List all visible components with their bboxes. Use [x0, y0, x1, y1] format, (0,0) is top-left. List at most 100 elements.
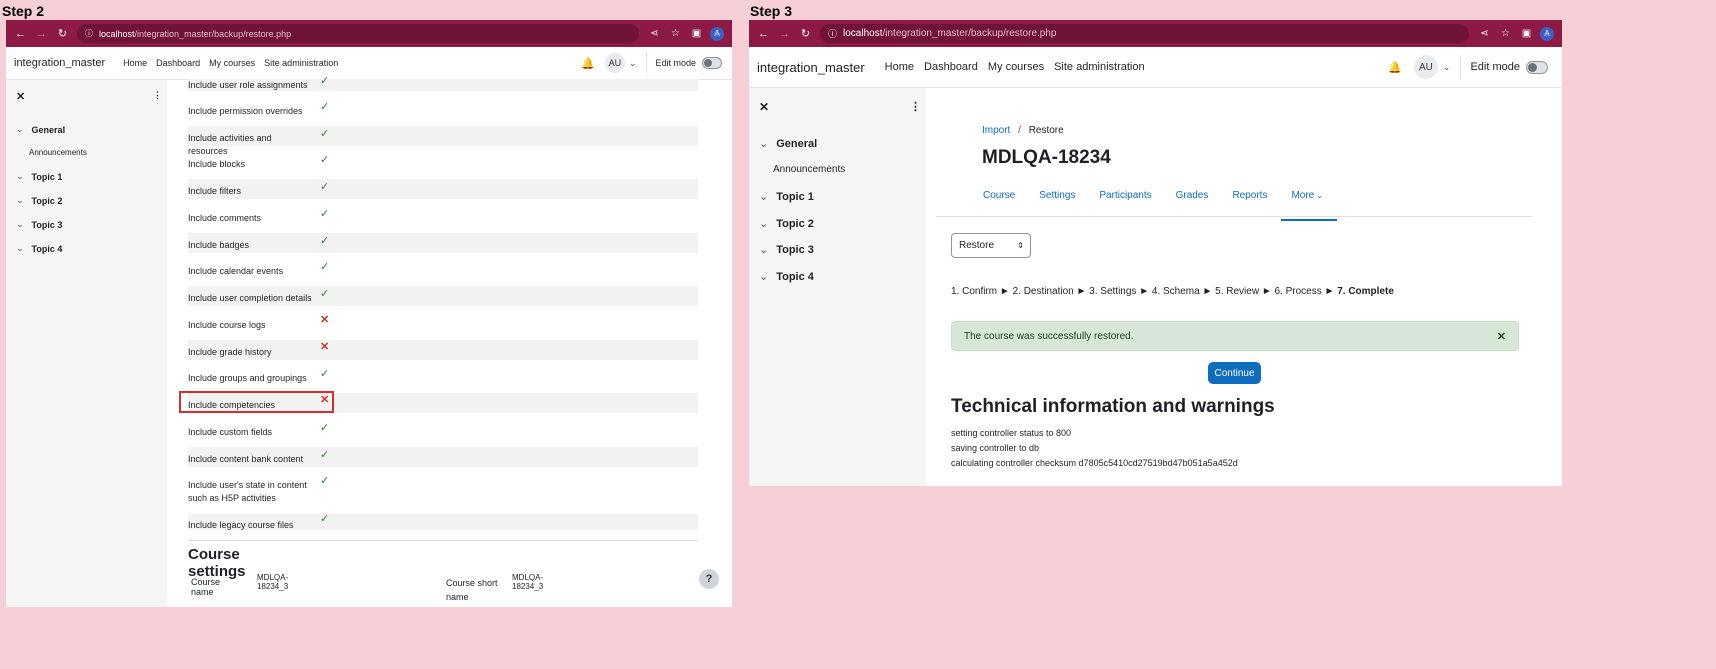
reload-icon[interactable]: ↻ [799, 27, 812, 40]
close-icon[interactable]: ✕ [16, 90, 25, 103]
course-name-label: Course name [191, 577, 221, 597]
site-brand[interactable]: integration_master [14, 57, 105, 69]
chevron-down-icon[interactable]: ⌄ [759, 217, 768, 230]
reload-icon[interactable]: ↻ [56, 27, 69, 40]
check-icon: ✓ [320, 128, 330, 140]
chevron-down-icon[interactable]: ⌄ [16, 219, 24, 230]
nav-dashboard[interactable]: Dashboard [156, 58, 200, 68]
check-icon: ✓ [320, 449, 330, 461]
success-alert: The course was successfully restored. ✕ [951, 321, 1519, 351]
chevron-down-icon[interactable]: ⌄ [759, 243, 768, 256]
nav-site-administration[interactable]: Site administration [264, 58, 338, 68]
drawer-section-topic-2[interactable]: ⌄ Topic 2 [759, 217, 814, 231]
tab-more[interactable]: More ⌄ [1281, 190, 1337, 221]
alert-message: The course was successfully restored. [964, 330, 1134, 342]
drawer-section-topic-4[interactable]: ⌄ Topic 4 [759, 270, 814, 284]
check-icon: ✓ [320, 368, 330, 380]
url-path: /integration_master/backup/restore.php [134, 28, 292, 39]
step-3-label: Step 3 [750, 3, 793, 19]
user-avatar[interactable]: AU [1413, 55, 1438, 79]
close-icon[interactable]: ✕ [1497, 330, 1506, 343]
address-bar[interactable]: ⓘ localhost/integration_master/backup/re… [77, 24, 639, 43]
profile-avatar[interactable]: A [710, 26, 724, 41]
check-icon: ✓ [320, 513, 330, 525]
breadcrumb-import[interactable]: Import [982, 125, 1010, 136]
nav-my-courses[interactable]: My courses [209, 58, 255, 68]
check-icon: ✓ [320, 288, 330, 300]
user-avatar[interactable]: AU [604, 53, 625, 73]
site-brand[interactable]: integration_master [757, 60, 865, 75]
page-title: MDLQA-18234 [982, 147, 1111, 168]
drawer-section-topic-3[interactable]: ⌄ Topic 3 [16, 219, 62, 230]
highlight-box [179, 391, 334, 413]
forward-icon[interactable]: → [778, 28, 791, 40]
continue-button[interactable]: Continue [1208, 362, 1261, 384]
check-icon: ✓ [320, 75, 330, 87]
check-icon: ✓ [320, 208, 330, 220]
check-icon: ✓ [320, 181, 330, 193]
chevron-down-icon[interactable]: ⌄ [16, 243, 24, 254]
chevron-down-icon[interactable]: ⌄ [16, 195, 24, 206]
chevron-down-icon[interactable]: ⌄ [16, 124, 24, 135]
restore-progress: 1. Confirm ► 2. Destination ► 3. Setting… [951, 286, 1394, 297]
tab-grades[interactable]: Grades [1176, 190, 1209, 201]
address-bar[interactable]: ⓘ localhost/integration_master/backup/re… [820, 24, 1469, 43]
edit-mode-toggle[interactable] [1526, 60, 1548, 74]
chevron-down-icon[interactable]: ⌄ [759, 270, 768, 283]
url-host: localhost [99, 28, 135, 39]
drawer-section-topic-1[interactable]: ⌄ Topic 1 [16, 171, 62, 182]
star-icon[interactable]: ☆ [1498, 28, 1513, 39]
chevron-down-icon[interactable]: ⌄ [759, 190, 768, 203]
check-icon: ✓ [320, 235, 330, 247]
back-icon[interactable]: ← [757, 28, 770, 40]
share-icon[interactable]: ⋖ [1477, 28, 1492, 39]
more-options-icon[interactable]: ⋮ [153, 90, 162, 101]
side-panel-icon[interactable]: ▣ [1519, 28, 1534, 39]
back-icon[interactable]: ← [14, 28, 27, 40]
chevron-down-icon[interactable]: ⌄ [629, 58, 637, 69]
drawer-item-announcements[interactable]: Announcements [773, 164, 845, 175]
navbar-divider [1460, 55, 1462, 79]
site-info-icon[interactable]: ⓘ [828, 27, 837, 40]
tab-settings[interactable]: Settings [1039, 190, 1075, 201]
check-icon: ✓ [320, 475, 330, 487]
chevron-down-icon[interactable]: ⌄ [759, 137, 768, 150]
drawer-section-general[interactable]: ⌄ General [759, 137, 817, 151]
close-icon[interactable]: ✕ [759, 100, 769, 114]
drawer-section-topic-3[interactable]: ⌄ Topic 3 [759, 243, 814, 257]
edit-mode-label: Edit mode [1470, 61, 1520, 73]
tab-course[interactable]: Course [983, 190, 1015, 201]
profile-avatar[interactable]: A [1540, 26, 1554, 41]
tech-line: calculating controller checksum d7805c54… [951, 458, 1238, 468]
tab-participants[interactable]: Participants [1099, 190, 1151, 201]
bell-icon[interactable]: 🔔 [581, 57, 595, 70]
drawer-section-topic-1[interactable]: ⌄ Topic 1 [759, 190, 814, 204]
bell-icon[interactable]: 🔔 [1388, 61, 1402, 74]
nav-home[interactable]: Home [885, 61, 914, 73]
share-icon[interactable]: ⋖ [647, 28, 662, 39]
nav-home[interactable]: Home [123, 58, 147, 68]
forward-icon[interactable]: → [35, 28, 48, 40]
more-options-icon[interactable]: ⋮ [910, 100, 921, 113]
chevron-down-icon: ⌄ [1316, 191, 1323, 200]
star-icon[interactable]: ☆ [668, 28, 683, 39]
drawer-section-topic-4[interactable]: ⌄ Topic 4 [16, 243, 62, 254]
drawer-section-topic-2[interactable]: ⌄ Topic 2 [16, 195, 62, 206]
help-button[interactable]: ? [699, 569, 719, 589]
side-panel-icon[interactable]: ▣ [689, 28, 704, 39]
edit-mode-toggle[interactable] [702, 57, 722, 69]
site-navbar: integration_master Home Dashboard My cou… [6, 47, 732, 80]
restore-select[interactable]: Restore ⇕ [951, 233, 1031, 258]
nav-site-administration[interactable]: Site administration [1054, 61, 1145, 73]
course-short-name-value: MDLQA-18234_3 [512, 573, 544, 591]
drawer-section-general[interactable]: ⌄ General [16, 124, 65, 135]
chevron-down-icon[interactable]: ⌄ [16, 171, 24, 182]
tab-reports[interactable]: Reports [1232, 190, 1267, 201]
nav-dashboard[interactable]: Dashboard [924, 61, 978, 73]
site-info-icon[interactable]: ⓘ [85, 28, 93, 39]
nav-my-courses[interactable]: My courses [988, 61, 1044, 73]
breadcrumb-current: Restore [1028, 125, 1064, 136]
drawer-item-announcements[interactable]: Announcements [29, 148, 87, 157]
chevron-down-icon[interactable]: ⌄ [1443, 62, 1451, 73]
section-divider [188, 540, 698, 541]
